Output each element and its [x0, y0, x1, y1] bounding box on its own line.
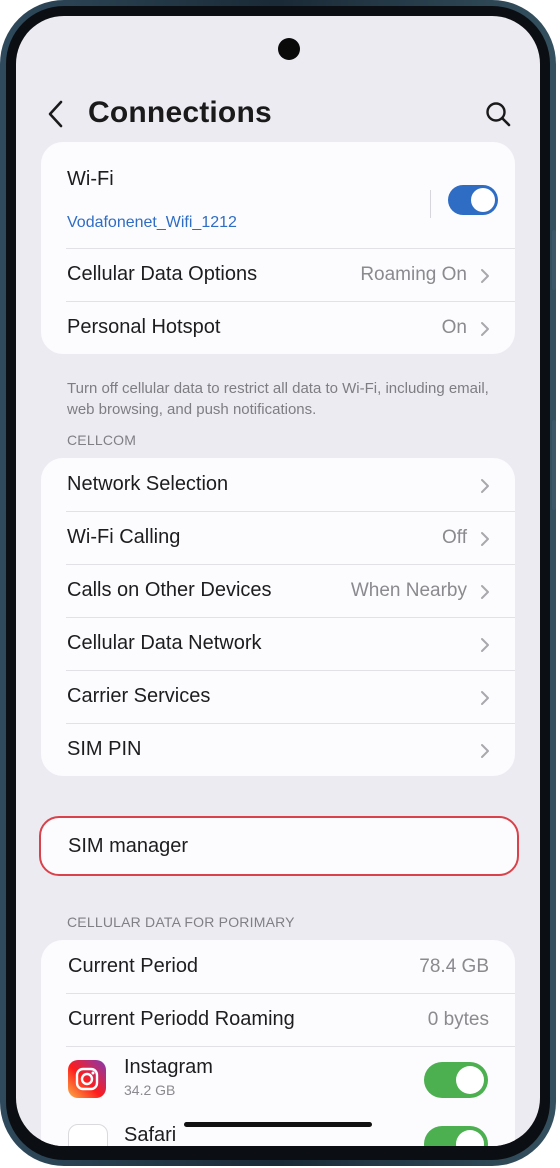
app-name: Instagram: [124, 1056, 213, 1078]
row-label: SIM PIN: [67, 738, 142, 760]
toggle-knob: [456, 1066, 484, 1094]
carrier-card: Network Selection Wi-Fi Calling Off Call…: [41, 458, 515, 776]
divider: [430, 190, 431, 218]
carrier-services-row[interactable]: Carrier Services: [41, 670, 515, 723]
safari-toggle[interactable]: [424, 1126, 488, 1146]
personal-hotspot-row[interactable]: Personal Hotspot On: [41, 301, 515, 354]
current-period-row: Current Period 78.4 GB: [41, 940, 515, 993]
row-label: Network Selection: [67, 473, 229, 495]
sim-pin-row[interactable]: SIM PIN: [41, 723, 515, 776]
toggle-knob: [456, 1130, 484, 1146]
sim-manager-label: SIM manager: [68, 835, 189, 857]
row-label: Personal Hotspot: [67, 316, 221, 338]
instagram-glyph: [75, 1067, 99, 1091]
wifi-network-name: Vodafonenet_Wifi_1212: [67, 214, 237, 231]
volume-button: [552, 230, 556, 290]
search-button[interactable]: [484, 100, 512, 130]
row-value: Off: [442, 527, 467, 548]
row-label: Wi-Fi Calling: [67, 526, 181, 548]
section-label-usage: CELLULAR DATA FOR PORIMARY: [67, 914, 295, 930]
app-data-size: 34.2 GB: [124, 1082, 176, 1098]
sim-manager-row[interactable]: SIM manager: [39, 816, 519, 876]
cellular-data-network-row[interactable]: Cellular Data Network: [41, 617, 515, 670]
header: Connections: [16, 78, 540, 148]
chevron-right-icon: [481, 532, 489, 546]
phone-frame: Connections Wi-Fi Vodafonenet_Wifi_1212 …: [0, 0, 556, 1166]
front-camera: [278, 38, 300, 60]
connections-card: Wi-Fi Vodafonenet_Wifi_1212 Cellular Dat…: [41, 142, 515, 354]
chevron-right-icon: [481, 691, 489, 705]
toggle-knob: [471, 188, 495, 212]
row-value: 78.4 GB: [419, 956, 489, 977]
page-title: Connections: [88, 96, 272, 129]
safari-icon: [68, 1124, 108, 1146]
back-button[interactable]: [42, 96, 72, 132]
cellular-data-options-row[interactable]: Cellular Data Options Roaming On: [41, 248, 515, 301]
wifi-toggle[interactable]: [448, 185, 498, 215]
row-value: Roaming On: [360, 264, 467, 285]
cellular-data-note: Turn off cellular data to restrict all d…: [67, 380, 489, 418]
row-value: On: [441, 317, 467, 338]
wifi-calling-row[interactable]: Wi-Fi Calling Off: [41, 511, 515, 564]
row-label: Cellular Data Network: [67, 632, 262, 654]
power-button: [552, 420, 556, 510]
row-label: Cellular Data Options: [67, 263, 258, 285]
chevron-right-icon: [481, 638, 489, 652]
screen: Connections Wi-Fi Vodafonenet_Wifi_1212 …: [16, 16, 540, 1146]
current-period-roaming-row: Current Periodd Roaming 0 bytes: [41, 993, 515, 1046]
row-label: Calls on Other Devices: [67, 579, 272, 601]
chevron-right-icon: [481, 269, 489, 283]
home-indicator[interactable]: [184, 1122, 372, 1127]
chevron-right-icon: [481, 744, 489, 758]
row-label: Current Periodd Roaming: [68, 1008, 295, 1030]
usage-card: Current Period 78.4 GB Current Periodd R…: [41, 940, 515, 1146]
section-label-carrier: CELLCOM: [67, 432, 137, 448]
wifi-row[interactable]: Wi-Fi Vodafonenet_Wifi_1212: [41, 142, 515, 248]
search-icon: [486, 102, 511, 127]
row-value: When Nearby: [350, 580, 467, 601]
chevron-right-icon: [481, 479, 489, 493]
calls-on-other-devices-row[interactable]: Calls on Other Devices When Nearby: [41, 564, 515, 617]
back-arrow-icon: [48, 100, 63, 128]
row-label: Carrier Services: [67, 685, 211, 707]
row-value: 0 bytes: [427, 1009, 489, 1030]
instagram-icon: [68, 1060, 106, 1098]
wifi-label: Wi-Fi: [67, 168, 114, 190]
app-name: Safari: [124, 1124, 177, 1146]
chevron-right-icon: [481, 322, 489, 336]
row-label: Current Period: [68, 955, 199, 977]
network-selection-row[interactable]: Network Selection: [41, 458, 515, 511]
instagram-toggle[interactable]: [424, 1062, 488, 1098]
chevron-right-icon: [481, 585, 489, 599]
